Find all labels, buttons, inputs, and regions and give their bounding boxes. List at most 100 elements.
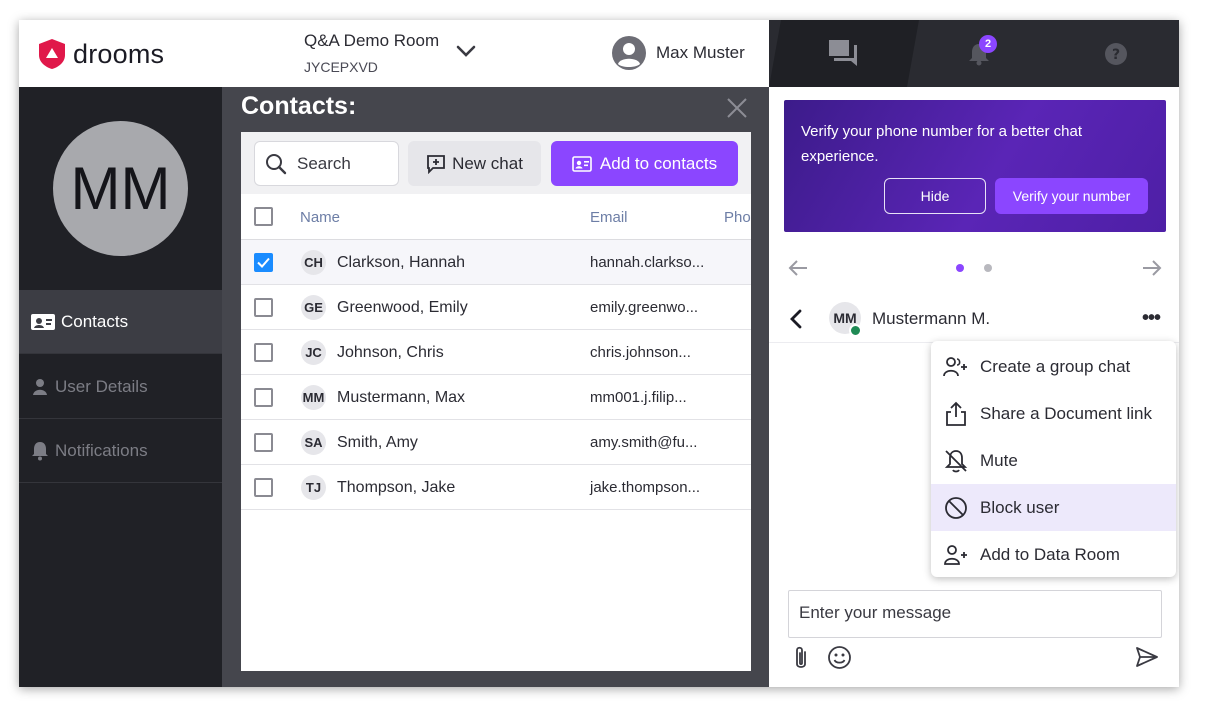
- svg-text:?: ?: [1112, 47, 1120, 63]
- chat-contact-name: Mustermann M.: [872, 309, 991, 328]
- contact-email: jake.thompson...: [590, 479, 701, 496]
- column-header-email[interactable]: Email: [590, 209, 628, 226]
- add-to-contacts-label: Add to contacts: [599, 153, 718, 173]
- person-add-icon: [944, 544, 967, 565]
- top-bar: drooms Q&A Demo Room JYCEPXVD Max Muster: [19, 20, 1179, 87]
- contact-email: amy.smith@fu...: [590, 434, 698, 451]
- profile-avatar: MM: [53, 121, 188, 256]
- row-checkbox[interactable]: [254, 478, 273, 497]
- menu-item-label: Block user: [980, 497, 1060, 517]
- menu-item-create-group-chat[interactable]: Create a group chat: [931, 343, 1176, 390]
- table-row[interactable]: MM Mustermann, Max mm001.j.filip...: [241, 375, 751, 420]
- room-code: JYCEPXVD: [304, 59, 378, 75]
- table-row[interactable]: JC Johnson, Chris chris.johnson...: [241, 330, 751, 375]
- table-row[interactable]: GE Greenwood, Emily emily.greenwo...: [241, 285, 751, 330]
- room-selector[interactable]: Q&A Demo Room JYCEPXVD: [304, 31, 439, 75]
- bell-icon: [32, 441, 48, 460]
- send-icon[interactable]: [1135, 646, 1159, 668]
- table-header: Name Email Pho: [241, 194, 751, 240]
- avatar: CH: [301, 250, 326, 275]
- share-icon: [946, 401, 966, 426]
- help-icon[interactable]: ?: [1104, 42, 1128, 66]
- block-icon: [945, 496, 967, 519]
- verify-number-button[interactable]: Verify your number: [995, 178, 1148, 214]
- contacts-title: Contacts:: [241, 92, 357, 120]
- back-chevron-icon[interactable]: [789, 309, 803, 329]
- arrow-right-icon[interactable]: [1142, 259, 1162, 277]
- avatar: GE: [301, 295, 326, 320]
- contact-card-icon: [572, 155, 592, 172]
- sidebar-item-label: Notifications: [55, 440, 148, 460]
- new-chat-label: New chat: [452, 153, 523, 173]
- table-row[interactable]: SA Smith, Amy amy.smith@fu...: [241, 420, 751, 465]
- bell-off-icon: [944, 449, 968, 472]
- drooms-logo[interactable]: drooms: [37, 38, 164, 70]
- contact-name: Thompson, Jake: [337, 479, 456, 496]
- row-checkbox[interactable]: [254, 388, 273, 407]
- menu-item-block-user[interactable]: Block user: [931, 484, 1176, 531]
- menu-item-share-document-link[interactable]: Share a Document link: [931, 390, 1176, 437]
- menu-item-mute[interactable]: Mute: [931, 437, 1176, 484]
- online-status-indicator: [849, 324, 862, 337]
- contact-name: Mustermann, Max: [337, 389, 466, 406]
- more-options-icon[interactable]: •••: [1142, 307, 1161, 330]
- sidebar-item-user-details[interactable]: User Details: [19, 355, 222, 419]
- select-all-checkbox[interactable]: [254, 207, 273, 226]
- menu-item-add-to-data-room[interactable]: Add to Data Room: [931, 531, 1176, 578]
- user-avatar-icon: [612, 36, 646, 70]
- contacts-table-card: Search New chat Add to contacts Name Ema…: [241, 132, 751, 671]
- menu-item-label: Mute: [980, 450, 1018, 470]
- user-name: Max Muster: [656, 43, 745, 62]
- composer-toolbar: [769, 643, 1179, 673]
- banner-carousel: [784, 255, 1166, 281]
- avatar: SA: [301, 430, 326, 455]
- contact-email: chris.johnson...: [590, 344, 691, 361]
- avatar: JC: [301, 340, 326, 365]
- app-window: drooms Q&A Demo Room JYCEPXVD Max Muster: [19, 20, 1179, 687]
- verify-phone-banner: Verify your phone number for a better ch…: [784, 100, 1166, 232]
- chat-options-menu: Create a group chat Share a Document lin…: [931, 341, 1176, 577]
- contact-name: Smith, Amy: [337, 434, 418, 451]
- chevron-down-icon[interactable]: [456, 44, 476, 58]
- row-checkbox[interactable]: [254, 298, 273, 317]
- avatar: MM: [301, 385, 326, 410]
- message-input[interactable]: Enter your message: [788, 590, 1162, 638]
- contact-name: Johnson, Chris: [337, 344, 444, 361]
- arrow-left-icon[interactable]: [788, 259, 808, 277]
- menu-item-label: Share a Document link: [980, 403, 1152, 423]
- column-header-phone[interactable]: Pho: [724, 209, 751, 226]
- contact-name: Clarkson, Hannah: [337, 254, 466, 271]
- sidebar-item-notifications[interactable]: Notifications: [19, 419, 222, 483]
- contact-email: hannah.clarkso...: [590, 254, 705, 271]
- search-input[interactable]: Search: [254, 141, 399, 186]
- chat-icon[interactable]: [828, 39, 858, 67]
- hide-button[interactable]: Hide: [884, 178, 986, 214]
- chat-header: MM Mustermann M. •••: [769, 293, 1179, 343]
- contact-email: mm001.j.filip...: [590, 389, 687, 406]
- verify-banner-text: Verify your phone number for a better ch…: [801, 123, 1082, 165]
- column-header-name[interactable]: Name: [300, 209, 340, 226]
- group-add-icon: [943, 356, 967, 376]
- table-row[interactable]: TJ Thompson, Jake jake.thompson...: [241, 465, 751, 510]
- row-checkbox[interactable]: [254, 343, 273, 362]
- sidebar: MM Contacts User Details Notifications: [19, 87, 222, 687]
- drooms-logo-icon: [39, 39, 65, 69]
- row-checkbox[interactable]: [254, 433, 273, 452]
- menu-item-label: Add to Data Room: [980, 544, 1120, 564]
- close-icon[interactable]: [726, 97, 748, 119]
- carousel-dot[interactable]: [984, 264, 992, 272]
- table-row[interactable]: CH Clarkson, Hannah hannah.clarkso...: [241, 240, 751, 285]
- contacts-toolbar: Search New chat Add to contacts: [241, 132, 751, 194]
- search-icon: [266, 153, 287, 174]
- emoji-icon[interactable]: [827, 645, 852, 670]
- row-checkbox[interactable]: [254, 253, 273, 272]
- paperclip-icon[interactable]: [791, 645, 811, 671]
- notification-badge: 2: [979, 35, 997, 53]
- sidebar-item-contacts[interactable]: Contacts: [19, 290, 222, 354]
- carousel-dot-active[interactable]: [956, 264, 964, 272]
- add-to-contacts-button[interactable]: Add to contacts: [551, 141, 738, 186]
- contact-card-icon: [31, 313, 55, 330]
- new-chat-button[interactable]: New chat: [408, 141, 541, 186]
- user-menu[interactable]: Max Muster: [612, 36, 745, 70]
- contacts-panel: Contacts: Search New chat Add to contact…: [222, 87, 770, 687]
